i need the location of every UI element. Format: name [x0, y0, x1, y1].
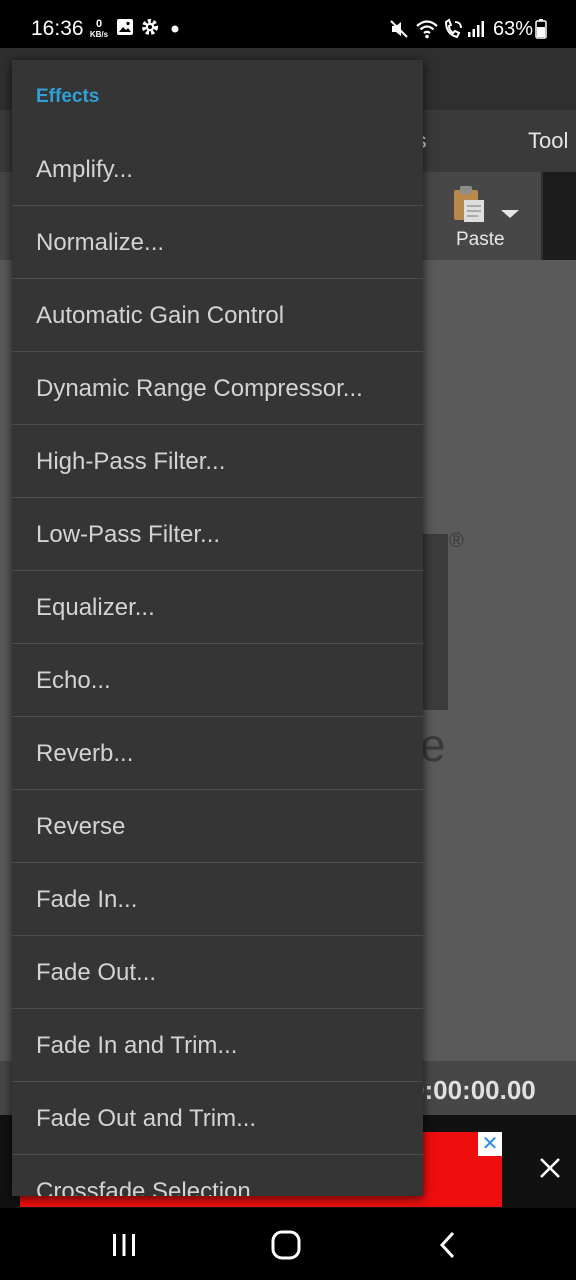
wifi-calling-icon — [444, 18, 462, 39]
menu-item-fade-out-and-trim[interactable]: Fade Out and Trim... — [12, 1082, 423, 1155]
battery-percent: 63% — [493, 18, 534, 40]
toolbar-edge — [543, 172, 576, 260]
menu-item-fade-in-and-trim[interactable]: Fade In and Trim... — [12, 1009, 423, 1082]
status-bar: 16:36 0 KB/s 63% — [0, 0, 576, 48]
menu-item-low-pass-filter[interactable]: Low-Pass Filter... — [12, 498, 423, 571]
paste-label: Paste — [456, 229, 505, 250]
menu-item-crossfade-selection[interactable]: Crossfade Selection — [12, 1155, 423, 1196]
menu-item-reverse[interactable]: Reverse — [12, 790, 423, 863]
network-speed-value: 0 — [95, 18, 103, 30]
paste-icon — [454, 186, 484, 222]
menu-item-echo[interactable]: Echo... — [12, 644, 423, 717]
menu-item-normalize[interactable]: Normalize... — [12, 206, 423, 279]
time-display: 0:00:00.00 — [410, 1075, 536, 1105]
wifi-icon — [416, 20, 438, 39]
network-speed-unit: KB/s — [89, 30, 109, 39]
signal-icon — [468, 21, 484, 37]
menu-item-dynamic-range-compressor[interactable]: Dynamic Range Compressor... — [12, 352, 423, 425]
notification-dot-icon — [171, 25, 179, 33]
logo-registered-mark: ® — [449, 530, 464, 552]
network-speed-indicator: 0 KB/s — [89, 18, 109, 40]
paste-dropdown-arrow-icon — [501, 210, 519, 218]
ad-close-icon[interactable] — [538, 1156, 562, 1180]
ad-close-small-icon[interactable]: ✕ — [478, 1132, 502, 1156]
back-icon[interactable] — [437, 1230, 457, 1260]
home-icon[interactable] — [270, 1230, 302, 1260]
effects-dropdown-menu: Effects Amplify... Normalize... Automati… — [12, 60, 423, 1196]
menu-item-fade-in[interactable]: Fade In... — [12, 863, 423, 936]
settings-icon — [142, 19, 158, 35]
menu-item-automatic-gain-control[interactable]: Automatic Gain Control — [12, 279, 423, 352]
gallery-icon — [117, 19, 133, 35]
menu-tools[interactable]: Tool — [528, 128, 568, 154]
logo-text: e — [420, 719, 446, 771]
effects-menu-header: Effects — [36, 86, 100, 107]
menu-item-amplify[interactable]: Amplify... — [12, 133, 423, 206]
menu-item-fade-out[interactable]: Fade Out... — [12, 936, 423, 1009]
battery-icon — [535, 19, 547, 39]
status-time: 16:36 — [31, 17, 84, 40]
navigation-bar — [0, 1208, 576, 1280]
logo-mark — [420, 534, 448, 710]
menu-item-reverb[interactable]: Reverb... — [12, 717, 423, 790]
mute-icon — [390, 20, 408, 38]
recents-icon[interactable] — [110, 1232, 138, 1258]
menu-item-high-pass-filter[interactable]: High-Pass Filter... — [12, 425, 423, 498]
menu-item-equalizer[interactable]: Equalizer... — [12, 571, 423, 644]
